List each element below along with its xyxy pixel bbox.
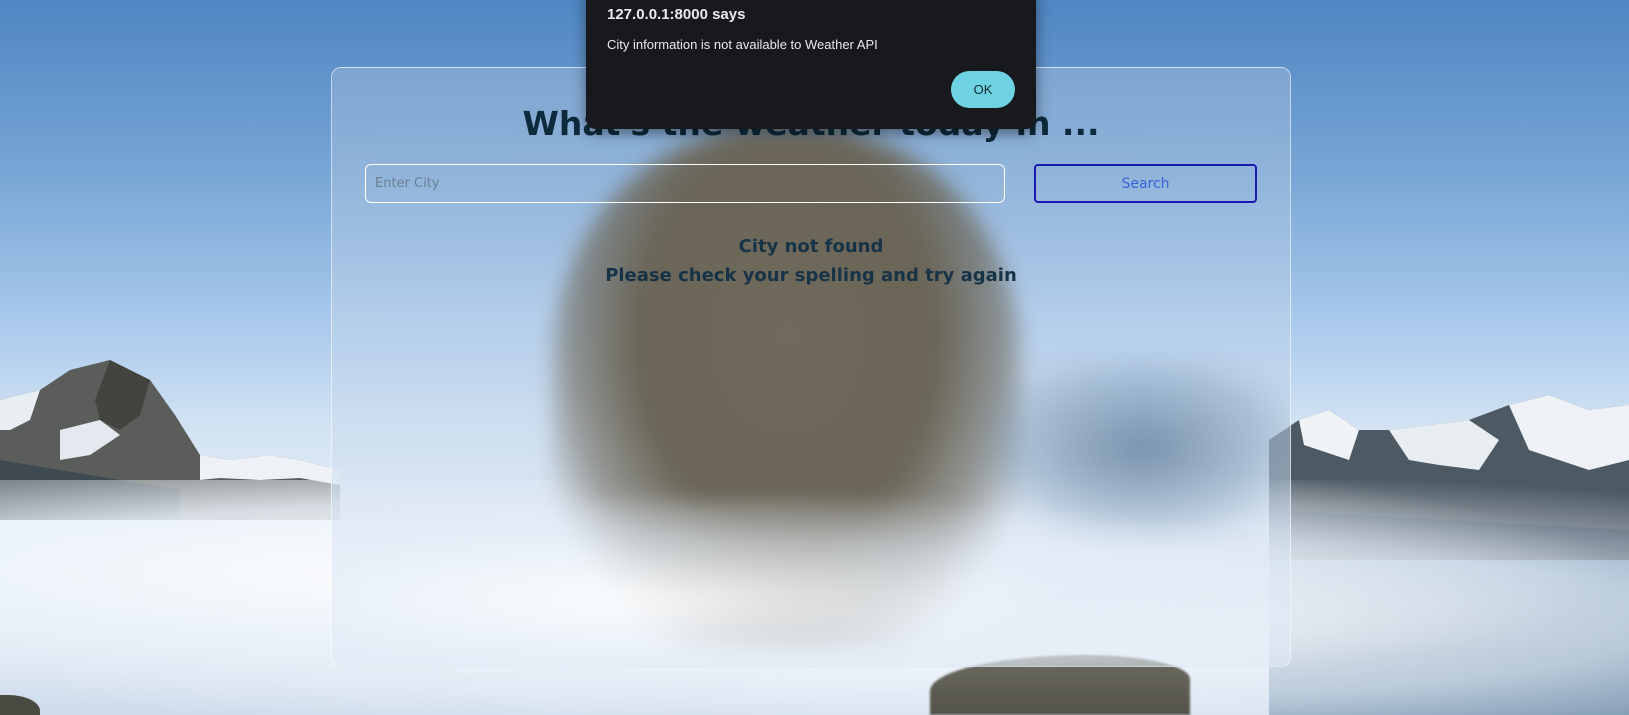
error-message-title: City not found — [738, 236, 884, 257]
background-landscape: What's the weather today in ... Search C… — [0, 0, 1629, 715]
dialog-origin: 127.0.0.1:8000 says — [607, 6, 746, 23]
alert-dialog: 127.0.0.1:8000 says City information is … — [586, 0, 1036, 129]
dialog-ok-button[interactable]: OK — [951, 71, 1015, 108]
city-search-input[interactable] — [365, 164, 1005, 203]
blurred-fog — [332, 498, 1290, 666]
dialog-message: City information is not available to Wea… — [607, 37, 878, 52]
search-button[interactable]: Search — [1034, 164, 1257, 203]
weather-card: What's the weather today in ... Search C… — [331, 67, 1291, 667]
error-message-hint: Please check your spelling and try again — [605, 265, 1017, 286]
